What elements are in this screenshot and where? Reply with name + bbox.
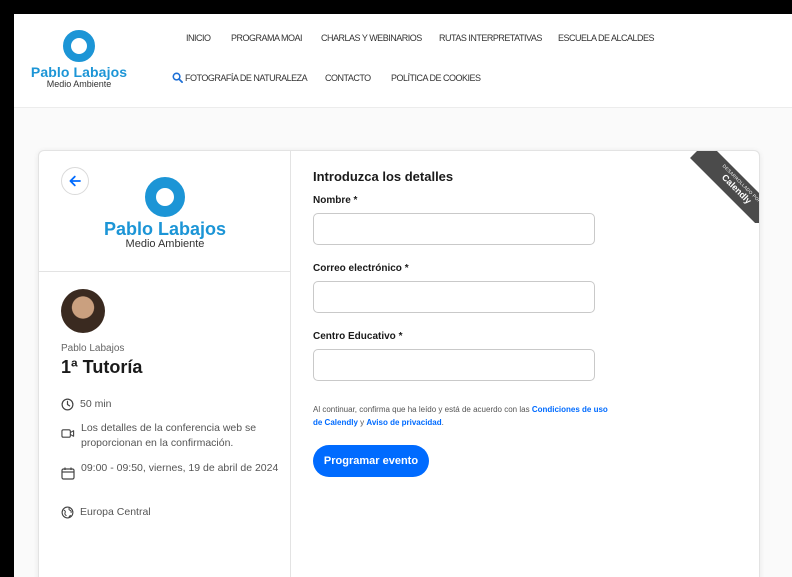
site-header: Pablo Labajos Medio Ambiente INICIO PROG… [14,14,792,108]
detail-duration: 50 min [61,397,112,412]
form-title: Introduzca los detalles [313,169,454,184]
page-content: Pablo Labajos Medio Ambiente Pablo Labaj… [14,108,792,577]
name-label: Nombre * [313,195,358,206]
clock-icon [61,398,74,411]
nav-item-politica-cookies[interactable]: POLÍTICA DE COOKIES [391,73,481,83]
duration-text: 50 min [80,398,112,410]
consent-text: Al continuar, confirma que ha leído y es… [313,403,613,429]
email-input[interactable] [313,281,595,313]
booking-card: Pablo Labajos Medio Ambiente Pablo Labaj… [38,150,760,577]
video-camera-icon [61,429,75,438]
consent-end: . [441,418,444,427]
nav-item-programa-moai[interactable]: PROGRAMA MOAI [231,33,303,43]
logo-subtitle: Medio Ambiente [46,79,112,89]
ribbon-brand-text: Calendly [719,172,754,206]
search-icon[interactable] [172,72,183,83]
school-label: Centro Educativo * [313,331,403,342]
site-logo[interactable]: Pablo Labajos Medio Ambiente [24,30,134,100]
logo-mark [63,30,95,62]
event-title: 1ª Tutoría [61,357,143,377]
host-name: Pablo Labajos [61,343,125,354]
detail-conference: Los detalles de la conferencia web se pr… [61,421,279,451]
logo-name: Pablo Labajos [30,64,128,80]
card-logo-name: Pablo Labajos [103,219,227,239]
schedule-event-button[interactable]: Programar evento [313,445,429,477]
nav-item-escuela-alcaldes[interactable]: ESCUELA DE ALCALDES [558,33,655,43]
conference-text: Los detalles de la conferencia web se pr… [81,422,257,449]
timezone-text: Europa Central [80,506,151,518]
event-details-panel: Pablo Labajos Medio Ambiente Pablo Labaj… [39,151,291,577]
browser-viewport: Pablo Labajos Medio Ambiente INICIO PROG… [14,14,792,577]
calendly-badge[interactable]: desarrollado por Calendly [689,151,759,223]
privacy-link[interactable]: Aviso de privacidad [366,418,441,427]
name-input[interactable] [313,213,595,245]
school-input[interactable] [313,349,595,381]
card-logo-mark [145,177,185,217]
datetime-text: 09:00 - 09:50, viernes, 19 de abril de 2… [81,462,279,474]
globe-icon [61,506,74,519]
consent-prefix: Al continuar, confirma que ha leído y es… [313,405,532,414]
calendly-ribbon: desarrollado por Calendly [690,151,759,223]
nav-item-contacto[interactable]: CONTACTO [325,73,371,83]
details-form-panel: Introduzca los detalles Nombre * Correo … [291,151,759,577]
divider [39,271,291,272]
nav-item-inicio[interactable]: INICIO [186,33,211,43]
host-avatar [61,289,105,333]
email-label: Correo electrónico * [313,263,409,274]
nav-item-rutas[interactable]: RUTAS INTERPRETATIVAS [439,33,542,43]
arrow-left-icon [69,175,81,187]
nav-item-charlas[interactable]: CHARLAS Y WEBINARIOS [321,33,422,43]
detail-datetime: 09:00 - 09:50, viernes, 19 de abril de 2… [61,461,279,480]
nav-item-fotografia[interactable]: FOTOGRAFÍA DE NATURALEZA [185,73,308,83]
detail-timezone: Europa Central [61,505,151,520]
card-logo: Pablo Labajos Medio Ambiente [85,177,245,250]
calendar-icon [61,467,75,480]
